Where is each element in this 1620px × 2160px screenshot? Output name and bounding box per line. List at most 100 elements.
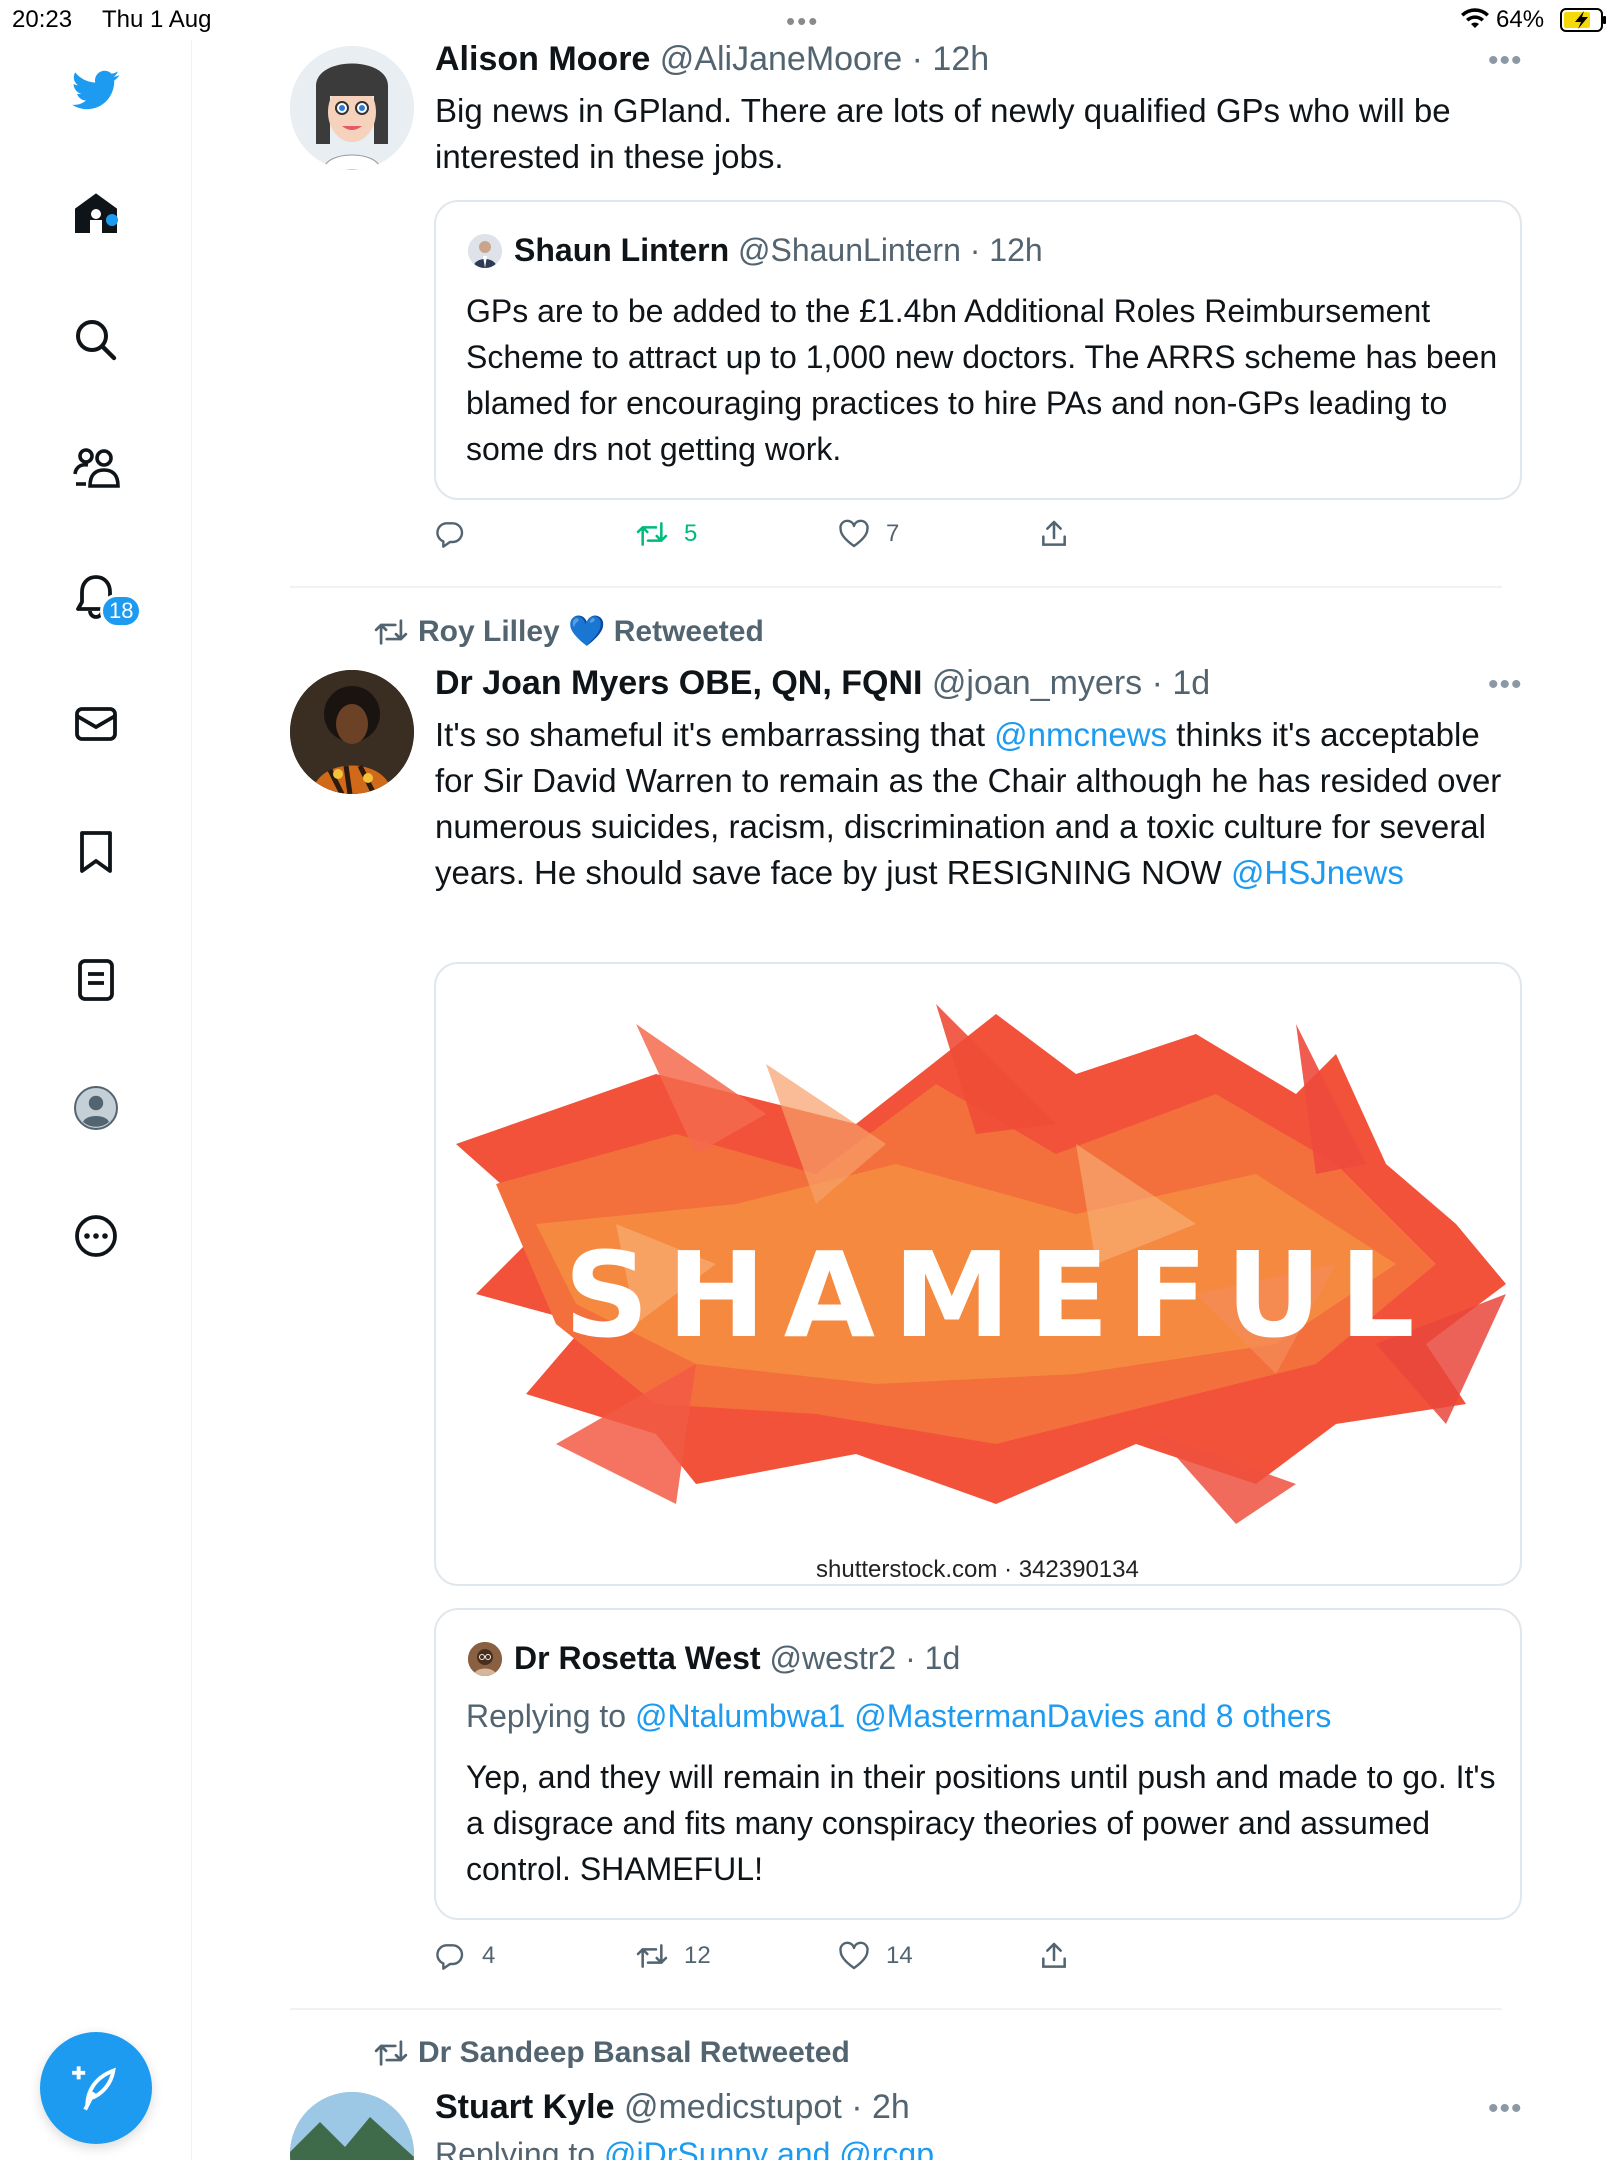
replying-to-line: Replying to @Ntalumbwa1 @MastermanDavies… — [466, 1698, 1331, 1735]
author-handle[interactable]: @joan_myers — [932, 664, 1142, 702]
tweet-time[interactable]: · 2h — [851, 2088, 910, 2126]
shaun-avatar-illustration — [468, 234, 502, 268]
quoted-tweet-text: GPs are to be added to the £1.4bn Additi… — [466, 293, 1498, 467]
tweet-more-button[interactable]: ••• — [1488, 44, 1523, 78]
twitter-bird-icon — [72, 70, 120, 110]
retweeted-by-line[interactable]: Dr Sandeep Bansal Retweeted — [374, 2036, 850, 2070]
retweeted-by-text: Roy Lilley 💙 Retweeted — [418, 615, 764, 648]
nav-communities[interactable] — [66, 438, 126, 498]
joan-avatar-photo — [290, 670, 414, 794]
replying-to-users[interactable]: @iDrSunny and @rcgp — [604, 2136, 934, 2160]
share-button[interactable] — [1038, 518, 1070, 550]
reply-button[interactable]: 4 — [434, 1940, 495, 1972]
home-unread-dot — [106, 214, 118, 226]
profile-avatar-icon — [74, 1086, 118, 1130]
shameful-image-text: SHAMEFUL — [564, 1226, 1433, 1364]
nav-messages[interactable] — [66, 694, 126, 754]
replying-to-prefix: Replying to — [435, 2136, 604, 2160]
avatar-joan-myers[interactable] — [290, 670, 414, 794]
share-button[interactable] — [1038, 1940, 1070, 1972]
replying-to-users[interactable]: @Ntalumbwa1 @MastermanDavies and 8 other… — [635, 1698, 1331, 1734]
avatar-alison-moore[interactable] — [290, 46, 414, 170]
image-watermark: shutterstock.com · 342390134 — [816, 1556, 1139, 1583]
nav-profile[interactable] — [66, 1078, 126, 1138]
avatar-stuart-kyle[interactable] — [290, 2092, 414, 2160]
reply-count: 4 — [482, 1942, 496, 1969]
author-handle[interactable]: @medicstupot — [624, 2088, 842, 2126]
retweet-button[interactable]: 12 — [636, 1940, 711, 1972]
envelope-icon — [75, 707, 117, 741]
share-icon — [1042, 520, 1066, 546]
tweet-image[interactable]: SHAMEFUL shutterstock.com · 342390134 — [434, 962, 1522, 1586]
like-button[interactable]: 7 — [838, 518, 899, 550]
like-count: 7 — [886, 520, 900, 547]
quoted-author-name: Shaun Lintern — [514, 232, 730, 268]
nav-lists[interactable] — [66, 950, 126, 1010]
replying-to-prefix: Replying to — [466, 1698, 635, 1734]
heart-icon — [839, 519, 869, 548]
nav-more[interactable] — [66, 1206, 126, 1266]
timeline-feed: Alison Moore @AliJaneMoore · 12h ••• Big… — [192, 0, 1620, 2160]
heart-icon — [839, 1941, 869, 1970]
retweet-icon — [636, 1944, 668, 1968]
mention-hsjnews[interactable]: @HSJnews — [1231, 854, 1404, 891]
stuart-avatar-landscape — [290, 2092, 414, 2160]
avatar-rosetta-west — [468, 1642, 502, 1676]
like-button[interactable]: 14 — [838, 1940, 913, 1972]
alison-avatar-illustration — [290, 46, 414, 170]
quoted-author-handle: @westr2 — [769, 1640, 897, 1676]
twitter-logo[interactable] — [66, 60, 126, 120]
retweet-button[interactable]: 5 — [636, 518, 697, 550]
author-handle[interactable]: @AliJaneMoore — [660, 40, 902, 78]
quoted-tweet[interactable]: Dr Rosetta West @westr2 · 1d Replying to… — [434, 1608, 1522, 1920]
tweet-time[interactable]: · 12h — [912, 40, 990, 78]
quoted-tweet-text: Yep, and they will remain in their posit… — [466, 1759, 1496, 1887]
quoted-tweet[interactable]: Shaun Lintern @ShaunLintern · 12h GPs ar… — [434, 200, 1522, 500]
tweet-more-button[interactable]: ••• — [1488, 2092, 1523, 2126]
tweet-more-button[interactable]: ••• — [1488, 668, 1523, 702]
sidebar: 18 — [0, 40, 192, 2160]
mention-nmcnews[interactable]: @nmcnews — [994, 716, 1167, 753]
more-circle-icon — [75, 1215, 117, 1257]
retweet-icon — [374, 2040, 408, 2066]
tweet-divider — [290, 586, 1502, 588]
retweet-icon — [374, 618, 408, 645]
notifications-badge: 18 — [100, 594, 143, 628]
replying-to-line: Replying to @iDrSunny and @rcgp — [435, 2136, 934, 2160]
author-name[interactable]: Stuart Kyle — [435, 2088, 615, 2126]
compose-tweet-button[interactable] — [40, 2032, 152, 2144]
lists-icon — [78, 959, 114, 1001]
reply-icon — [436, 1944, 464, 1970]
retweet-icon — [636, 522, 668, 546]
tweet-actions: 4 12 14 — [434, 1940, 1524, 1980]
share-icon — [1042, 1942, 1066, 1968]
like-count: 14 — [886, 1942, 913, 1969]
retweet-count: 12 — [684, 1942, 711, 1969]
retweet-count: 5 — [684, 520, 698, 547]
nav-home[interactable] — [66, 184, 126, 244]
reply-button[interactable] — [434, 518, 482, 550]
retweeted-by-line[interactable]: Roy Lilley 💙 Retweeted — [374, 614, 764, 649]
tweet-text-part: It's so shameful it's embarrassing that — [435, 716, 995, 753]
tweet-actions: 5 7 — [434, 518, 1524, 558]
quoted-author-name: Dr Rosetta West — [514, 1640, 761, 1676]
retweeted-by-text: Dr Sandeep Bansal Retweeted — [418, 2036, 850, 2069]
reply-icon — [436, 522, 464, 548]
tweet-time[interactable]: · 1d — [1152, 664, 1211, 702]
tweet-divider — [290, 2008, 1502, 2010]
nav-search[interactable] — [66, 310, 126, 370]
status-time: 20:23 — [12, 6, 73, 33]
quoted-tweet-time: · 12h — [969, 232, 1043, 268]
rosetta-avatar-illustration — [468, 1642, 502, 1676]
tweet-text: Big news in GPland. There are lots of ne… — [435, 92, 1451, 175]
avatar-shaun-lintern — [468, 234, 502, 268]
tweet-text: It's so shameful it's embarrassing that … — [435, 712, 1515, 896]
quoted-author-handle: @ShaunLintern — [738, 232, 961, 268]
quoted-tweet-time: · 1d — [905, 1640, 961, 1676]
author-name[interactable]: Alison Moore — [435, 40, 650, 78]
search-icon — [76, 320, 117, 361]
author-name[interactable]: Dr Joan Myers OBE, QN, FQNI — [435, 664, 922, 702]
bookmark-icon — [80, 831, 112, 873]
feather-plus-icon — [72, 2066, 116, 2111]
nav-bookmarks[interactable] — [66, 822, 126, 882]
